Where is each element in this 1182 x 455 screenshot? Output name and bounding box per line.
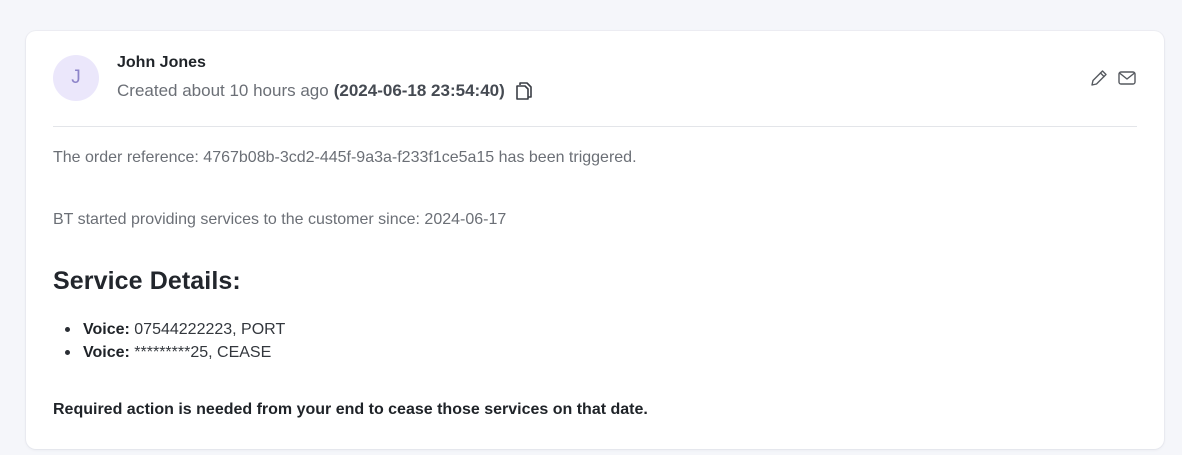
required-action-text: Required action is needed from your end … xyxy=(53,401,648,418)
created-timestamp: (2024-06-18 23:54:40) xyxy=(333,81,505,100)
pencil-icon[interactable] xyxy=(1088,67,1110,89)
list-item: Voice: 07544222223, PORT xyxy=(53,318,285,341)
created-relative: Created about 10 hours ago xyxy=(117,81,329,100)
service-start-text: BT started providing services to the cus… xyxy=(53,211,507,228)
service-list: Voice: 07544222223, PORT Voice: ********… xyxy=(53,318,285,364)
list-item: Voice: *********25, CEASE xyxy=(53,341,285,364)
bullet xyxy=(65,350,70,355)
mail-icon[interactable] xyxy=(1116,67,1138,89)
created-meta: Created about 10 hours ago (2024-06-18 2… xyxy=(117,81,533,101)
service-label: Voice: xyxy=(83,344,135,361)
avatar: J xyxy=(53,55,99,101)
header-divider xyxy=(53,126,1137,127)
order-reference-text: The order reference: 4767b08b-3cd2-445f-… xyxy=(53,149,637,166)
service-label: Voice: xyxy=(83,321,135,338)
service-value: *********25, CEASE xyxy=(134,344,272,361)
note-actions xyxy=(1088,67,1138,89)
copy-icon[interactable] xyxy=(515,81,533,101)
author-name: John Jones xyxy=(117,54,206,71)
service-value: 07544222223, PORT xyxy=(134,321,286,338)
note-header: J John Jones Created about 10 hours ago … xyxy=(26,31,1164,127)
service-details-heading: Service Details: xyxy=(53,267,241,295)
bullet xyxy=(65,327,70,332)
note-card: J John Jones Created about 10 hours ago … xyxy=(26,31,1164,449)
